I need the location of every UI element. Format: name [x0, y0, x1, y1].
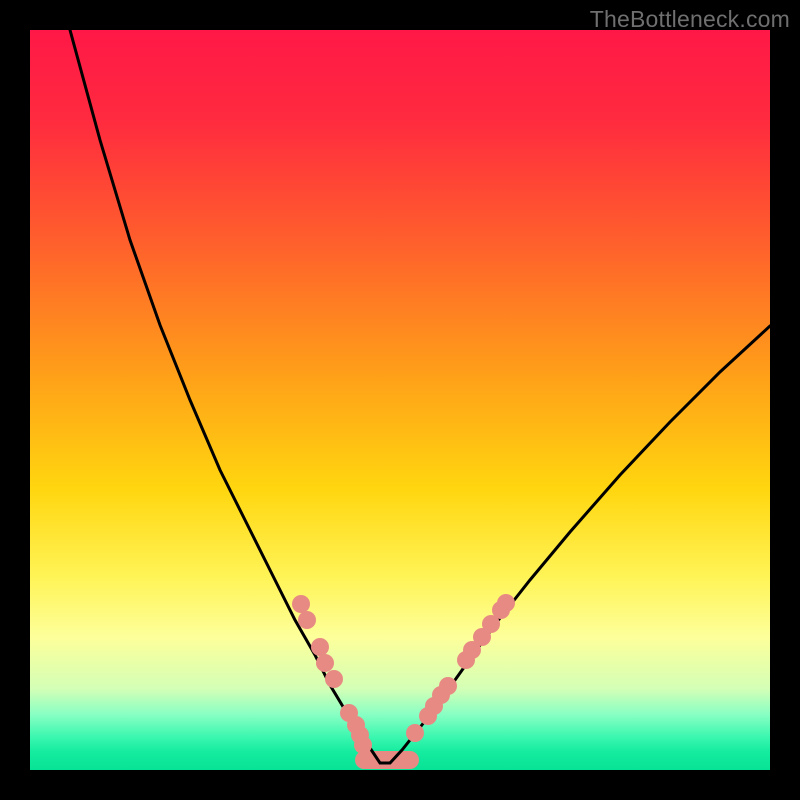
peach-dot: [298, 611, 316, 629]
plot-area: [30, 30, 770, 770]
peach-dot: [406, 724, 424, 742]
peach-dot: [311, 638, 329, 656]
watermark-text: TheBottleneck.com: [590, 6, 790, 33]
peach-dot: [325, 670, 343, 688]
peach-dot: [497, 594, 515, 612]
peach-dot: [439, 677, 457, 695]
peach-dot: [292, 595, 310, 613]
peach-dot: [354, 736, 372, 754]
peach-dot: [316, 654, 334, 672]
curve-layer: [30, 30, 770, 770]
main-curve: [70, 30, 770, 763]
chart-frame: TheBottleneck.com: [0, 0, 800, 800]
